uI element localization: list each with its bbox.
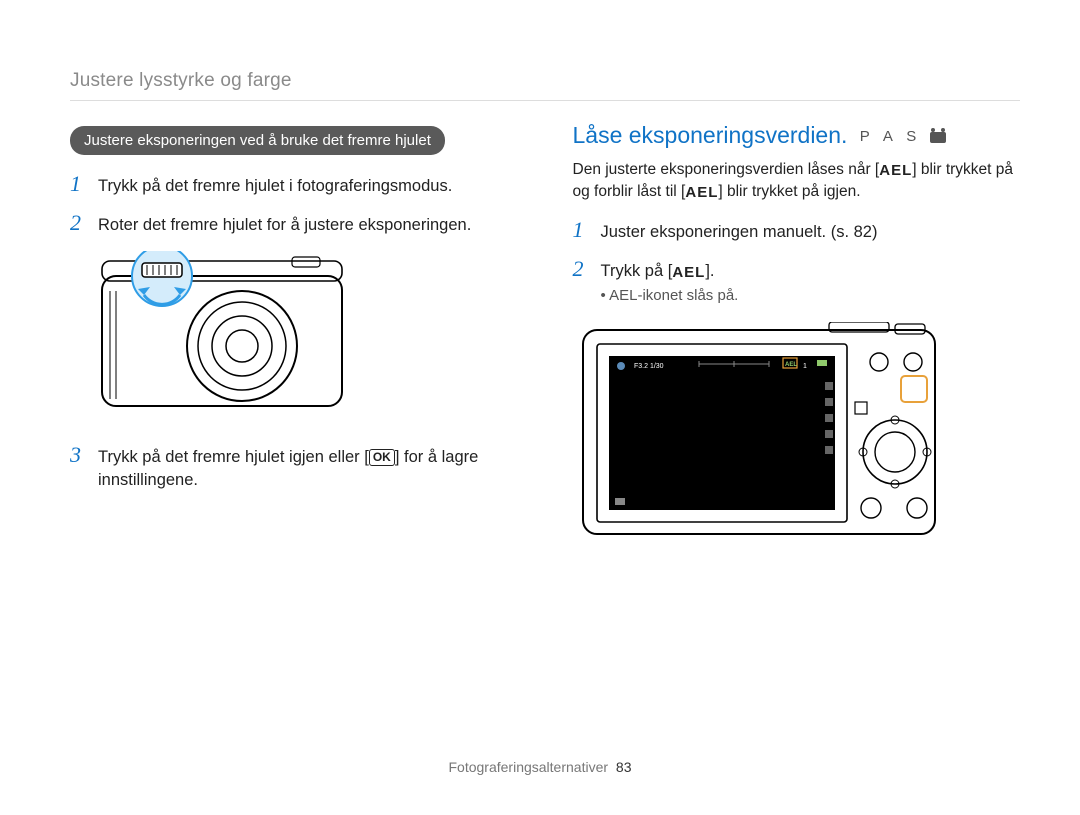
- intro-a: Den justerte eksponeringsverdien låses n…: [573, 161, 880, 178]
- ael-label: AEL: [672, 262, 705, 283]
- page-footer: Fotograferingsalternativer 83: [0, 759, 1080, 775]
- step-text: Roter det fremre hjulet for å justere ek…: [98, 212, 471, 237]
- svg-text:AEL: AEL: [785, 362, 797, 368]
- content-columns: Justere eksponeringen ved å bruke det fr…: [70, 126, 1020, 565]
- step-number: 3: [70, 444, 88, 466]
- camera-back-diagram: F3.2 1/30 1 AEL: [579, 322, 1021, 547]
- step-number: 2: [573, 258, 591, 280]
- step-number: 2: [70, 212, 88, 234]
- bullet-text: AEL-ikonet slås på.: [609, 287, 738, 304]
- step-r2: 2 Trykk på [AEL].: [573, 258, 1021, 283]
- step-r1: 1 Juster eksponeringen manuelt. (s. 82): [573, 219, 1021, 244]
- mode-icons: P A S: [860, 128, 947, 145]
- svg-text:1: 1: [803, 363, 807, 370]
- intro-text: Den justerte eksponeringsverdien låses n…: [573, 159, 1021, 203]
- step-number: 1: [573, 219, 591, 241]
- intro-c: ] blir trykket på igjen.: [718, 183, 860, 200]
- step-text: Trykk på det fremre hjulet igjen eller […: [98, 444, 518, 492]
- section-title: Justere lysstyrke og farge: [70, 70, 1020, 101]
- right-heading: Låse eksponeringsverdien. P A S: [573, 122, 1021, 149]
- camera-front-diagram: [92, 251, 518, 426]
- footer-label: Fotograferingsalternativer: [449, 759, 609, 775]
- left-column: Justere eksponeringen ved å bruke det fr…: [70, 126, 518, 565]
- pill-heading: Justere eksponeringen ved å bruke det fr…: [70, 126, 445, 155]
- mode-letters: P A S: [860, 128, 921, 145]
- sub-bullet: • AEL-ikonet slås på.: [601, 287, 1021, 304]
- step-text: Trykk på [AEL].: [601, 258, 715, 283]
- ok-key: OK: [369, 449, 395, 466]
- step-2: 2 Roter det fremre hjulet for å justere …: [70, 212, 518, 237]
- ael-label: AEL: [685, 182, 718, 203]
- step-3: 3 Trykk på det fremre hjulet igjen eller…: [70, 444, 518, 492]
- heading-text: Låse eksponeringsverdien.: [573, 122, 848, 148]
- step-text-a: Trykk på [: [601, 262, 673, 280]
- step-number: 1: [70, 173, 88, 195]
- step-text: Trykk på det fremre hjulet i fotograferi…: [98, 173, 452, 198]
- right-column: Låse eksponeringsverdien. P A S Den just…: [573, 126, 1021, 565]
- step-text-b: ].: [705, 262, 714, 280]
- ael-label: AEL: [879, 160, 912, 181]
- movie-mode-icon: [930, 132, 946, 143]
- step-text-a: Trykk på det fremre hjulet igjen eller [: [98, 448, 369, 466]
- step-1: 1 Trykk på det fremre hjulet i fotografe…: [70, 173, 518, 198]
- screen-top-text: F3.2 1/30: [634, 363, 664, 370]
- page-number: 83: [616, 759, 632, 775]
- step-text: Juster eksponeringen manuelt. (s. 82): [601, 219, 878, 244]
